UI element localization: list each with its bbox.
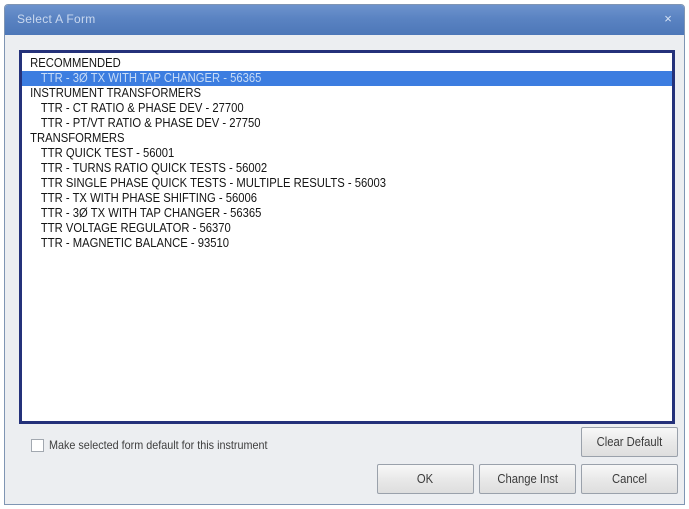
list-item[interactable]: TTR - 3Ø TX WITH TAP CHANGER - 56365 [22, 71, 672, 86]
form-list[interactable]: RECOMMENDED TTR - 3Ø TX WITH TAP CHANGER … [19, 50, 675, 424]
list-item[interactable]: TTR VOLTAGE REGULATOR - 56370 [22, 221, 607, 236]
list-item[interactable]: TTR - MAGNETIC BALANCE - 93510 [22, 236, 607, 251]
list-item[interactable]: TTR SINGLE PHASE QUICK TESTS - MULTIPLE … [22, 176, 607, 191]
cancel-button[interactable]: Cancel [581, 464, 678, 494]
change-inst-button[interactable]: Change Inst [479, 464, 576, 494]
ok-button[interactable]: OK [377, 464, 474, 494]
default-checkbox-row[interactable]: Make selected form default for this inst… [31, 437, 292, 453]
title-bar[interactable]: Select A Form × [5, 5, 684, 35]
default-checkbox[interactable] [31, 438, 44, 452]
list-item[interactable]: TTR - 3Ø TX WITH TAP CHANGER - 56365 [22, 206, 607, 221]
list-item[interactable]: TTR - CT RATIO & PHASE DEV - 27700 [22, 101, 607, 116]
list-group-header: INSTRUMENT TRANSFORMERS [30, 86, 201, 100]
list-item[interactable]: TTR - PT/VT RATIO & PHASE DEV - 27750 [22, 116, 607, 131]
default-checkbox-label[interactable]: Make selected form default for this inst… [49, 438, 268, 452]
list-item[interactable]: TTR QUICK TEST - 56001 [22, 146, 607, 161]
list-item[interactable]: TTR - TURNS RATIO QUICK TESTS - 56002 [22, 161, 607, 176]
dialog-title: Select A Form [17, 12, 96, 26]
list-group-header: RECOMMENDED [30, 56, 121, 70]
select-form-dialog: Select A Form × RECOMMENDED TTR - 3Ø TX W… [4, 4, 685, 505]
close-icon[interactable]: × [660, 11, 676, 27]
list-group-header: TRANSFORMERS [30, 131, 125, 145]
list-item[interactable]: TTR - TX WITH PHASE SHIFTING - 56006 [22, 191, 607, 206]
clear-default-button[interactable]: Clear Default [581, 427, 678, 457]
